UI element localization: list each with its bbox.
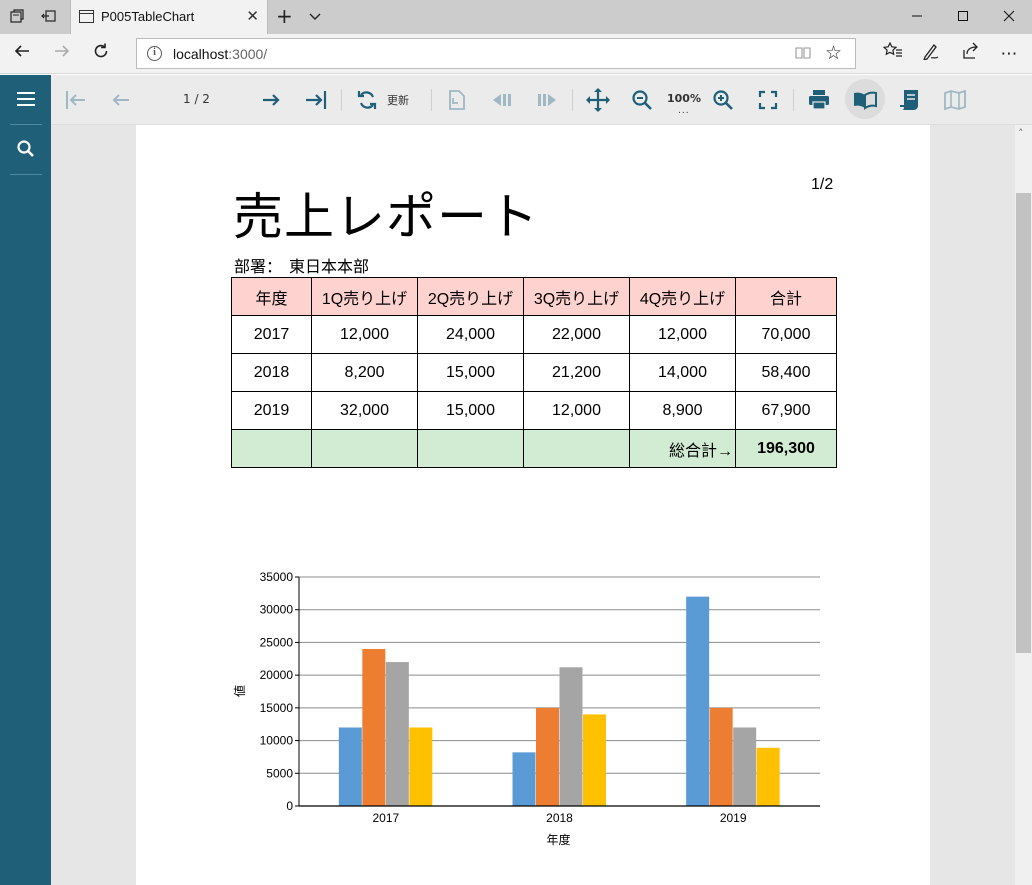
x-tick-label: 2019 bbox=[720, 811, 747, 825]
bar bbox=[536, 707, 559, 806]
url-host: localhost bbox=[173, 46, 229, 62]
url-text: localhost:3000/ bbox=[173, 46, 267, 62]
y-tick-label: 20000 bbox=[260, 668, 294, 682]
x-axis-label: 年度 bbox=[546, 832, 570, 847]
history-forward-icon[interactable] bbox=[534, 87, 560, 113]
more-options-icon[interactable]: ⋯ bbox=[997, 42, 1021, 66]
bar bbox=[583, 714, 606, 806]
toolbar-separator bbox=[793, 89, 794, 111]
close-window-icon[interactable] bbox=[986, 0, 1032, 34]
close-tab-icon[interactable]: ✕ bbox=[246, 7, 259, 25]
y-tick-label: 30000 bbox=[260, 603, 294, 617]
y-tick-label: 5000 bbox=[266, 766, 293, 780]
y-axis-label: 値 bbox=[232, 685, 247, 697]
zoom-out-icon[interactable] bbox=[629, 87, 655, 113]
refresh-label[interactable]: 更新 bbox=[387, 92, 409, 108]
zoom-dropdown-indicator[interactable]: ... bbox=[678, 106, 690, 116]
site-info-icon[interactable]: i bbox=[147, 46, 162, 61]
scrollbar-thumb[interactable] bbox=[1016, 193, 1031, 653]
search-icon[interactable] bbox=[0, 125, 51, 173]
pen-icon[interactable] bbox=[919, 42, 943, 66]
refresh-report-icon[interactable] bbox=[354, 87, 380, 113]
bar bbox=[385, 662, 409, 806]
menu-icon[interactable] bbox=[0, 75, 51, 123]
sidebar-divider bbox=[10, 174, 42, 175]
tab-actions-icon[interactable] bbox=[8, 8, 26, 26]
bar bbox=[709, 707, 733, 806]
back-icon[interactable] bbox=[10, 42, 34, 66]
parent-report-icon[interactable] bbox=[444, 87, 470, 113]
y-tick-label: 25000 bbox=[260, 635, 294, 649]
galley-view-icon[interactable] bbox=[942, 87, 968, 113]
x-tick-label: 2018 bbox=[546, 811, 573, 825]
viewer-sidebar bbox=[0, 75, 51, 885]
fullscreen-icon[interactable] bbox=[755, 87, 781, 113]
page-favicon-icon bbox=[79, 10, 94, 23]
share-icon[interactable] bbox=[958, 42, 982, 66]
continuous-view-icon[interactable] bbox=[897, 87, 923, 113]
minimize-icon[interactable] bbox=[894, 0, 940, 34]
browser-tab-bar: P005TableChart ✕ + bbox=[0, 0, 1032, 34]
pan-move-icon[interactable] bbox=[585, 87, 611, 113]
toolbar-separator bbox=[341, 89, 342, 111]
bar bbox=[409, 727, 433, 806]
report-canvas[interactable]: 1/2 売上レポート 部署： 東日本本部 年度 1Q売り上げ 2Q売り上げ 3Q… bbox=[51, 125, 1015, 885]
next-page-icon[interactable] bbox=[258, 87, 284, 113]
bar bbox=[686, 596, 710, 806]
url-path: :3000/ bbox=[228, 46, 268, 62]
bar bbox=[756, 747, 780, 806]
chevron-down-icon[interactable] bbox=[308, 8, 322, 27]
refresh-icon[interactable] bbox=[89, 42, 113, 66]
bar bbox=[338, 727, 362, 806]
forward-icon[interactable] bbox=[50, 42, 74, 66]
browser-tab-active[interactable]: P005TableChart ✕ bbox=[70, 0, 268, 34]
toolbar-separator bbox=[572, 89, 573, 111]
reading-view-icon[interactable] bbox=[795, 45, 811, 65]
new-tab-icon[interactable]: + bbox=[276, 4, 293, 28]
address-toolbar: i localhost:3000/ ☆ ⋯ bbox=[0, 34, 1032, 74]
bar bbox=[559, 667, 583, 806]
bar bbox=[512, 752, 536, 806]
address-bar[interactable]: i localhost:3000/ ☆ bbox=[136, 38, 856, 69]
print-icon[interactable] bbox=[806, 87, 832, 113]
scroll-up-icon[interactable]: ˄ bbox=[1018, 127, 1024, 140]
zoom-level[interactable]: 100% bbox=[667, 92, 701, 105]
book-view-icon[interactable] bbox=[852, 87, 878, 113]
viewer-toolbar: 1 / 2 更新 100% ... bbox=[51, 75, 1032, 125]
favorite-star-icon[interactable]: ☆ bbox=[825, 42, 842, 64]
y-tick-label: 15000 bbox=[260, 701, 294, 715]
y-tick-label: 10000 bbox=[260, 734, 294, 748]
previous-page-icon[interactable] bbox=[108, 87, 134, 113]
first-page-icon[interactable] bbox=[63, 87, 89, 113]
bar bbox=[362, 648, 386, 806]
toolbar-separator bbox=[431, 89, 432, 111]
maximize-icon[interactable] bbox=[940, 0, 986, 34]
sales-bar-chart: 0 5000 10000 15000 20000 25000 30000 35000 2017 2… bbox=[232, 570, 820, 847]
zoom-in-icon[interactable] bbox=[710, 87, 736, 113]
favorites-hub-icon[interactable] bbox=[881, 41, 905, 66]
y-tick-label: 35000 bbox=[260, 570, 294, 584]
set-tabs-aside-icon[interactable] bbox=[40, 8, 58, 26]
page-indicator[interactable]: 1 / 2 bbox=[183, 92, 210, 106]
y-tick-label: 0 bbox=[286, 799, 293, 813]
tab-title: P005TableChart bbox=[101, 9, 195, 24]
bar bbox=[733, 727, 757, 806]
report-page: 1/2 売上レポート 部署： 東日本本部 年度 1Q売り上げ 2Q売り上げ 3Q… bbox=[136, 125, 930, 885]
last-page-icon[interactable] bbox=[303, 87, 329, 113]
history-back-icon[interactable] bbox=[489, 87, 515, 113]
x-tick-label: 2017 bbox=[372, 811, 399, 825]
